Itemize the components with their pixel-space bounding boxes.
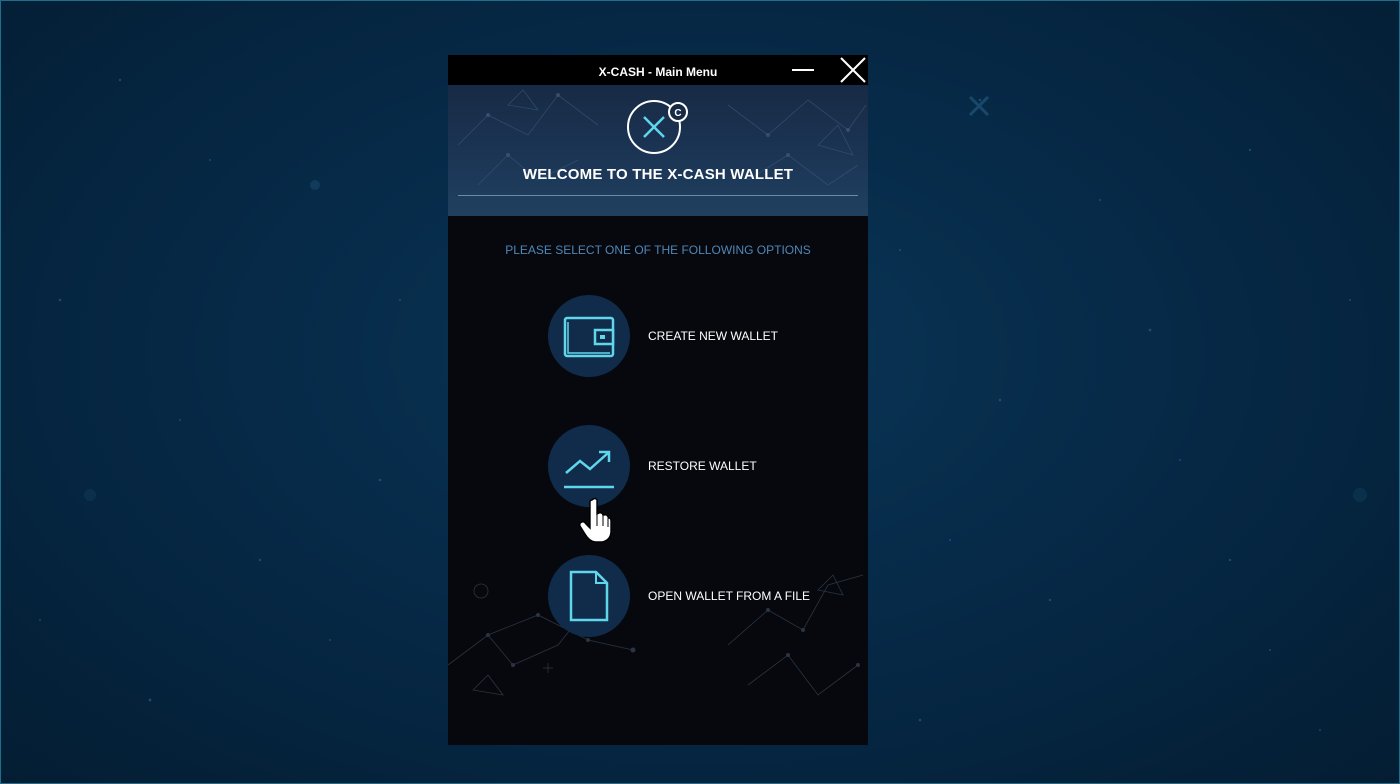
restore-wallet-option[interactable]: RESTORE WALLET <box>548 425 848 507</box>
select-option-prompt: PLEASE SELECT ONE OF THE FOLLOWING OPTIO… <box>505 243 811 257</box>
hand-pointer-icon <box>579 497 612 543</box>
create-new-wallet-option[interactable]: CREATE NEW WALLET <box>548 295 848 377</box>
open-wallet-from-file-label: OPEN WALLET FROM A FILE <box>648 589 811 603</box>
x-cash-logo-icon: C <box>627 100 688 154</box>
wallet-icon <box>563 316 615 358</box>
header-divider <box>458 195 858 196</box>
create-wallet-icon-circle[interactable] <box>548 295 630 377</box>
main-menu-window: X-CASH - Main Menu C WELCOME TO THE X-CA… <box>448 55 868 745</box>
close-button[interactable] <box>838 55 868 85</box>
create-new-wallet-label: CREATE NEW WALLET <box>648 329 779 343</box>
restore-wallet-icon-circle[interactable] <box>548 425 630 507</box>
title-bar[interactable]: X-CASH - Main Menu <box>448 55 868 85</box>
svg-text:C: C <box>674 108 681 119</box>
open-wallet-from-file-option[interactable]: OPEN WALLET FROM A FILE <box>548 555 848 637</box>
close-icon <box>840 57 866 83</box>
minimize-icon <box>792 69 814 71</box>
welcome-heading: WELCOME TO THE X-CASH WALLET <box>522 166 794 183</box>
file-icon <box>569 570 609 622</box>
open-file-icon-circle[interactable] <box>548 555 630 637</box>
welcome-header: C WELCOME TO THE X-CASH WALLET <box>448 85 868 216</box>
minimize-button[interactable] <box>788 57 818 83</box>
trend-up-icon <box>564 450 614 489</box>
restore-wallet-label: RESTORE WALLET <box>648 459 757 473</box>
